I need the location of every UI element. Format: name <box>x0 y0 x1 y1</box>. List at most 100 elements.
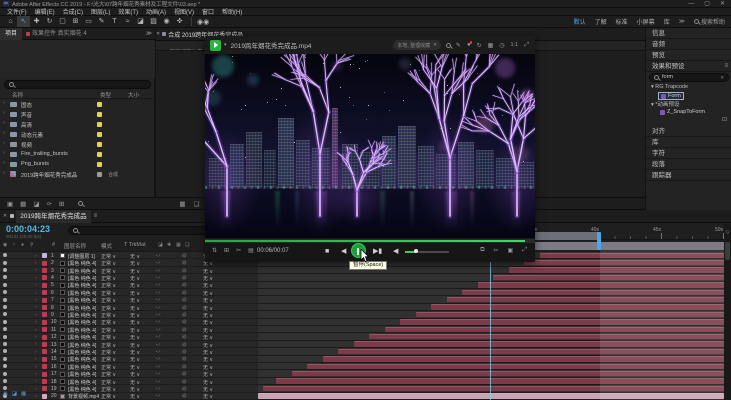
search-help[interactable]: 搜索帮助 <box>694 17 725 26</box>
menu-item[interactable]: 合成(C) <box>59 7 87 16</box>
timeline-tab[interactable]: 2019跨年烟花秀完成品 <box>16 210 90 223</box>
next-button[interactable]: ▶▮ <box>373 246 382 258</box>
menu-item[interactable]: 效果(T) <box>114 7 142 16</box>
tool-icon[interactable]: ⊞ <box>69 16 82 27</box>
viewer-tool-icon[interactable]: ▣ <box>7 200 13 208</box>
volume-slider[interactable] <box>405 251 449 253</box>
visibility-eye-icon[interactable] <box>3 320 7 324</box>
label-color-chip[interactable] <box>97 142 102 147</box>
pickwhip-icon[interactable]: @ <box>182 319 187 324</box>
fx-switch-icon[interactable]: ◔ ∕ <box>155 327 160 332</box>
label-color-chip[interactable] <box>97 162 102 167</box>
tool-icon[interactable]: ↻ <box>43 16 56 27</box>
label-color-chip[interactable] <box>97 112 102 117</box>
visibility-eye-icon[interactable] <box>3 305 7 309</box>
edit-icon[interactable]: ✎ <box>456 42 461 49</box>
grid-icon[interactable]: ▦ <box>488 42 494 49</box>
fx-switch-icon[interactable]: ◔ ∕ <box>155 282 160 287</box>
tool-icon[interactable]: ✎ <box>95 16 108 27</box>
expand-chevron-icon[interactable]: › <box>35 275 37 280</box>
bell-icon[interactable]: ● <box>467 42 471 48</box>
player-option-icon[interactable]: ▣ <box>508 247 514 254</box>
search-icon[interactable] <box>78 201 83 206</box>
visibility-eye-icon[interactable] <box>3 275 7 279</box>
visibility-eye-icon[interactable] <box>3 261 7 265</box>
column-type[interactable]: 类型 <box>100 91 111 99</box>
workspace-tab[interactable]: 默认 <box>574 17 586 26</box>
fx-switch-icon[interactable]: ◔ ∕ <box>155 260 160 265</box>
parent-select[interactable]: 无 ∨ <box>203 393 213 400</box>
expand-chevron-icon[interactable]: › <box>3 160 5 166</box>
menu-item[interactable]: 图层(L) <box>87 7 114 16</box>
time-navigator-segment[interactable] <box>533 232 601 240</box>
pickwhip-icon[interactable]: @ <box>182 334 187 339</box>
layer-color-chip[interactable] <box>42 379 47 384</box>
expand-chevron-icon[interactable]: › <box>35 290 37 295</box>
viewer-tool-icon[interactable]: ◪ <box>33 200 39 208</box>
dock-panel-header[interactable]: 预览 <box>646 50 731 61</box>
minimize-button[interactable]: — <box>688 0 694 8</box>
expand-chevron-icon[interactable]: › <box>35 334 37 339</box>
chevron-down-icon[interactable]: ▾ <box>224 39 227 51</box>
layer-color-chip[interactable] <box>42 372 47 377</box>
workspace-tab[interactable]: 标准 <box>616 17 628 26</box>
dock-panel-header-effects[interactable]: 效果和预设≡ <box>646 61 731 72</box>
video-player-window[interactable]: ▾ 2019跨年烟花秀完成品.mp4 本地, 整理收藏 ✕ ✎●↻▦◷1:1⤢ … <box>205 36 535 262</box>
expand-icon[interactable]: ⤢ <box>524 42 529 49</box>
pickwhip-icon[interactable]: @ <box>182 268 187 273</box>
visibility-eye-icon[interactable] <box>3 364 7 368</box>
sync-icon[interactable]: ↻ <box>477 42 482 49</box>
project-search-input[interactable] <box>4 80 151 89</box>
layer-color-chip[interactable] <box>42 364 47 369</box>
visibility-eye-icon[interactable] <box>3 283 7 287</box>
pickwhip-icon[interactable]: @ <box>182 290 187 295</box>
layer-color-chip[interactable] <box>42 335 47 340</box>
fx-switch-icon[interactable]: ◔ ∕ <box>155 356 160 361</box>
tool-icon[interactable]: ▭ <box>82 16 95 27</box>
layer-color-chip[interactable] <box>42 357 47 362</box>
current-timecode[interactable]: 0:00:04:23 <box>6 224 50 234</box>
expand-chevron-icon[interactable]: › <box>3 100 5 106</box>
tool-icon[interactable]: ◉ <box>160 16 173 27</box>
people-tools-icon[interactable]: ◉◉ <box>197 18 209 26</box>
effects-item[interactable]: Form <box>658 92 684 100</box>
tool-icon[interactable]: ◪ <box>134 16 147 27</box>
trkmat-select[interactable]: 无 ∨ <box>130 393 140 400</box>
aspect-ratio-label[interactable]: 1:1 <box>511 42 519 48</box>
prev-button[interactable]: ◀ <box>341 246 346 258</box>
menu-item[interactable]: 窗口 <box>198 7 218 16</box>
expand-chevron-icon[interactable]: › <box>35 267 37 272</box>
timeline-vscrollbar[interactable]: ◇ <box>724 224 731 400</box>
pickwhip-icon[interactable]: @ <box>182 379 187 384</box>
player-option-icon[interactable]: ⧉ <box>480 247 484 254</box>
layer-color-chip[interactable] <box>42 290 47 295</box>
pickwhip-icon[interactable]: @ <box>182 356 187 361</box>
layer-color-chip[interactable] <box>42 349 47 354</box>
stop-button[interactable]: ■ <box>325 246 329 258</box>
project-item-row[interactable]: ›视频 <box>0 139 155 149</box>
fx-switch-icon[interactable]: ◔ ∕ <box>155 334 160 339</box>
mode-select[interactable]: 正常 ∨ <box>101 393 116 400</box>
expand-chevron-icon[interactable]: › <box>3 130 5 136</box>
column-trkmat[interactable]: T TrkMat <box>124 242 146 248</box>
visibility-eye-icon[interactable] <box>3 335 7 339</box>
fx-switch-icon[interactable]: ◔ ∕ <box>155 342 160 347</box>
timeline-tab-close-icon[interactable]: ✕ <box>0 210 10 222</box>
menu-item[interactable]: 视图(V) <box>170 7 198 16</box>
layer-color-chip[interactable] <box>42 275 47 280</box>
player-tool-icon[interactable]: ⊞ <box>224 247 229 254</box>
expand-chevron-icon[interactable]: › <box>3 110 5 116</box>
dock-panel-header[interactable]: 信息 <box>646 28 731 39</box>
menu-item[interactable]: 编辑(E) <box>31 7 59 16</box>
expand-chevron-icon[interactable]: › <box>35 349 37 354</box>
menu-item[interactable]: 文件(F) <box>3 7 31 16</box>
project-item-row[interactable]: ›Png_bursts <box>0 159 155 169</box>
pickwhip-icon[interactable]: @ <box>182 364 187 369</box>
dock-panel-header[interactable]: 音频 <box>646 39 731 50</box>
layer-color-chip[interactable] <box>42 305 47 310</box>
fx-switch-icon[interactable]: ◔ ∕ <box>155 305 160 310</box>
volume-icon[interactable]: ◀ <box>393 246 398 258</box>
tab-project[interactable]: 项目 <box>0 28 22 40</box>
fx-switch-icon[interactable]: ◔ ∕ <box>155 268 160 273</box>
timeline-tab-menu-icon[interactable]: ≡ <box>91 210 98 222</box>
